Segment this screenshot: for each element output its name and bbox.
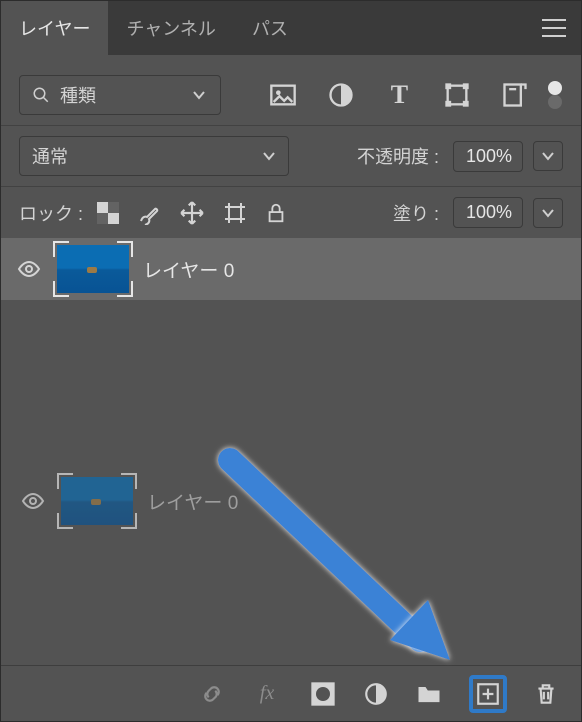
fx-button[interactable]: fx	[251, 680, 283, 708]
filter-label: 種類	[60, 82, 96, 108]
new-layer-button-highlight	[469, 675, 507, 713]
text-icon-label: T	[391, 80, 408, 110]
filter-icons: T	[269, 81, 529, 109]
blend-row: 通常 不透明度 : 100%	[1, 125, 581, 187]
layer-item[interactable]: レイヤー 0	[1, 470, 581, 532]
opacity-input[interactable]: 100%	[453, 141, 523, 172]
lock-row: ロック : 塗り : 10	[1, 187, 581, 238]
filter-smartobject-icon[interactable]	[501, 81, 529, 109]
chevron-down-icon	[541, 149, 555, 163]
tab-label: チャンネル	[126, 15, 215, 41]
tab-paths[interactable]: パス	[234, 1, 306, 55]
filter-type-select[interactable]: 種類	[19, 75, 221, 115]
new-layer-button[interactable]	[475, 681, 501, 707]
filter-row: 種類 T	[1, 55, 581, 125]
panel-menu-button[interactable]	[527, 1, 581, 55]
layer-name[interactable]: レイヤー 0	[143, 256, 234, 283]
layer-bottom-toolbar: fx	[1, 665, 581, 721]
layer-thumbnail[interactable]	[57, 245, 129, 293]
lock-position-icon[interactable]	[179, 200, 205, 226]
tab-label: パス	[252, 15, 288, 41]
chevron-down-icon	[541, 206, 555, 220]
filter-text-icon[interactable]: T	[385, 81, 413, 109]
lock-artboard-icon[interactable]	[223, 201, 247, 225]
lock-icons	[97, 200, 287, 226]
visibility-toggle[interactable]	[19, 489, 47, 513]
delete-layer-button[interactable]	[533, 681, 559, 707]
layer-name[interactable]: レイヤー 0	[147, 488, 238, 515]
tab-channels[interactable]: チャンネル	[108, 1, 233, 55]
panel-tabs: レイヤー チャンネル パス	[1, 1, 581, 55]
new-adjustment-button[interactable]	[363, 681, 389, 707]
filter-adjust-icon[interactable]	[327, 81, 355, 109]
fill-label: 塗り :	[393, 200, 439, 226]
chevron-down-icon	[262, 149, 276, 163]
layers-panel: レイヤー チャンネル パス 種類 T	[0, 0, 582, 722]
fill-value: 100%	[466, 202, 512, 222]
fill-input[interactable]: 100%	[453, 197, 523, 228]
fill-stepper[interactable]	[533, 198, 563, 228]
filter-toggle[interactable]	[547, 81, 563, 109]
lock-brush-icon[interactable]	[137, 201, 161, 225]
tab-label: レイヤー	[19, 15, 90, 41]
lock-label: ロック :	[19, 200, 83, 226]
opacity-label: 不透明度 :	[357, 143, 439, 169]
lock-pixels-icon[interactable]	[97, 202, 119, 224]
panel-content: 種類 T	[1, 55, 581, 721]
lock-all-icon[interactable]	[265, 202, 287, 224]
hamburger-icon	[542, 19, 566, 37]
visibility-toggle[interactable]	[15, 257, 43, 281]
search-icon	[32, 86, 50, 104]
opacity-value: 100%	[466, 146, 512, 166]
layer-item[interactable]: レイヤー 0	[1, 238, 581, 300]
new-group-button[interactable]	[415, 680, 443, 708]
layer-list: レイヤー 0 レイヤー 0	[1, 238, 581, 665]
chevron-down-icon	[192, 88, 206, 102]
fx-label: fx	[260, 682, 274, 705]
link-layers-button[interactable]	[199, 681, 225, 707]
filter-shape-icon[interactable]	[443, 81, 471, 109]
filter-image-icon[interactable]	[269, 81, 297, 109]
blend-mode-label: 通常	[32, 143, 68, 169]
tab-layers[interactable]: レイヤー	[1, 1, 108, 55]
blend-mode-select[interactable]: 通常	[19, 136, 289, 176]
opacity-stepper[interactable]	[533, 141, 563, 171]
add-mask-button[interactable]	[309, 680, 337, 708]
eye-icon	[21, 489, 45, 513]
eye-icon	[17, 257, 41, 281]
layer-thumbnail[interactable]	[61, 477, 133, 525]
